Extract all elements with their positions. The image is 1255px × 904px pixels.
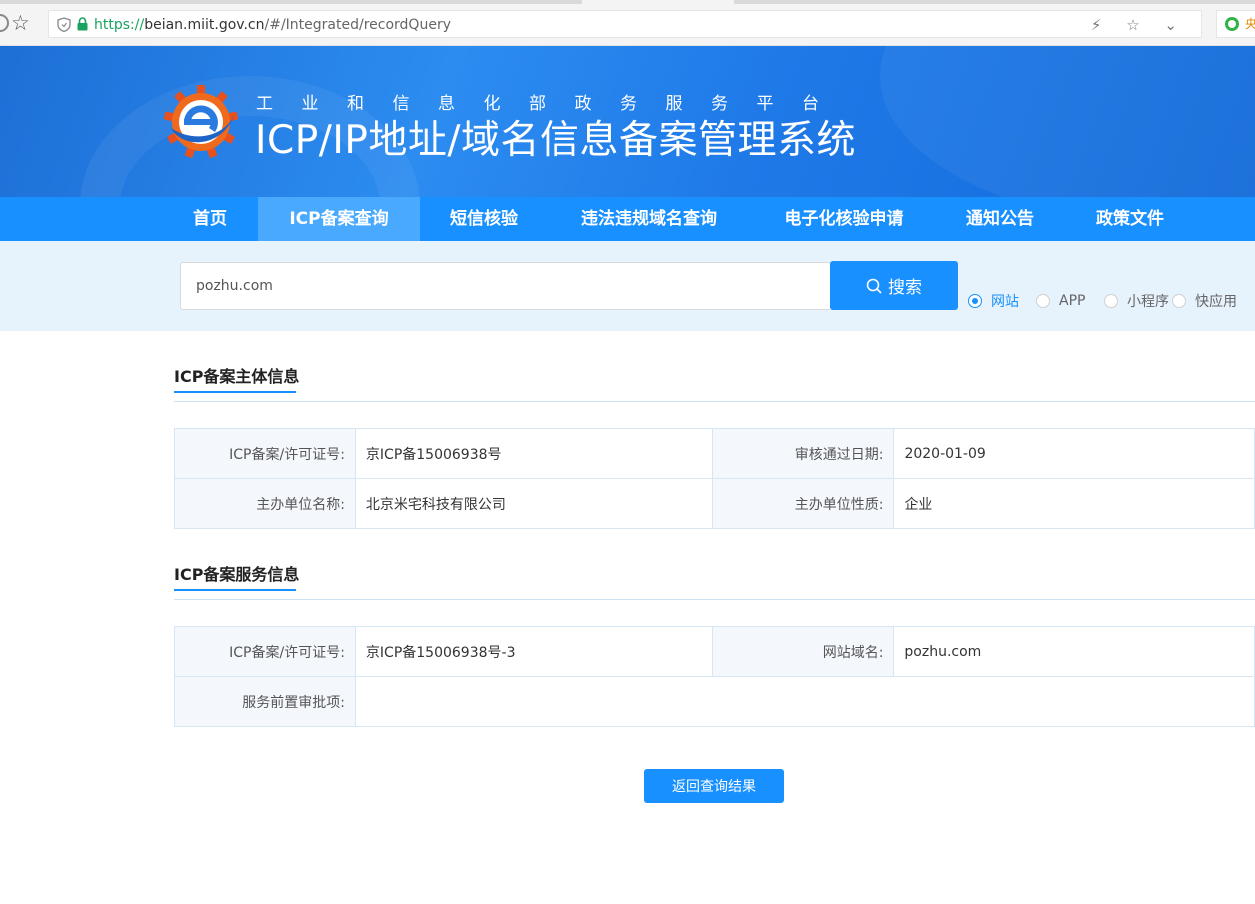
table-value: 北京米宅科技有限公司 — [354, 478, 713, 529]
table-row: ICP备案/许可证号: 京ICP备15006938号 审核通过日期: 2020-… — [174, 428, 1255, 479]
search-icon — [866, 278, 882, 294]
address-bar-actions[interactable]: ⚡ ☆ ⌄ — [1091, 14, 1187, 36]
radio-checked-icon — [968, 294, 982, 308]
back-to-results-button[interactable]: 返回查询结果 — [644, 769, 784, 803]
header-banner: 工业和信息化部政务服务平台 ICP/IP地址/域名信息备案管理系统 — [0, 46, 1255, 197]
subject-info-table: ICP备案/许可证号: 京ICP备15006938号 审核通过日期: 2020-… — [174, 428, 1255, 529]
banner-decoration — [880, 46, 1255, 197]
section-title-service-info: ICP备案服务信息 — [174, 565, 300, 584]
banner-subtitle: 工业和信息化部政务服务平台 — [256, 94, 848, 114]
shield-icon — [57, 17, 71, 32]
address-bar[interactable]: https://beian.miit.gov.cn/#/Integrated/r… — [48, 10, 1202, 38]
table-value: 企业 — [893, 478, 1255, 529]
section-title-subject-info: ICP备案主体信息 — [174, 367, 300, 386]
extension-button[interactable]: 央 — [1216, 10, 1255, 38]
radio-label: APP — [1059, 293, 1086, 309]
active-tab[interactable] — [582, 0, 734, 4]
search-input[interactable] — [180, 262, 830, 310]
url-host: beian.miit.gov.cn — [144, 17, 265, 33]
table-value — [354, 676, 1255, 727]
radio-type-mini-program[interactable]: 小程序 — [1104, 292, 1169, 310]
table-label: 服务前置审批项: — [174, 676, 356, 727]
radio-label: 快应用 — [1195, 294, 1237, 310]
nav-notices[interactable]: 通知公告 — [938, 197, 1062, 241]
system-title: ICP/IP地址/域名信息备案管理系统 — [255, 118, 857, 163]
service-info-table: ICP备案/许可证号: 京ICP备15006938号-3 网站域名: pozhu… — [174, 626, 1255, 727]
search-panel: 搜索 网站 APP 小程序 快应用 — [0, 241, 1255, 331]
radio-unchecked-icon — [1172, 294, 1186, 308]
table-value: 2020-01-09 — [893, 428, 1255, 479]
table-label: ICP备案/许可证号: — [174, 428, 356, 479]
radio-unchecked-icon — [1104, 294, 1118, 308]
table-value: pozhu.com — [893, 626, 1255, 677]
browser-toolbar: ☆ https://beian.miit.gov.cn/#/Integrated… — [0, 0, 1255, 46]
nav-illegal-domain-query[interactable]: 违法违规域名查询 — [548, 197, 750, 241]
reload-icon[interactable] — [0, 14, 9, 32]
extension-icon — [1225, 17, 1239, 31]
radio-type-website[interactable]: 网站 — [968, 292, 1019, 310]
table-label: ICP备案/许可证号: — [174, 626, 356, 677]
table-row: 主办单位名称: 北京米宅科技有限公司 主办单位性质: 企业 — [174, 478, 1255, 529]
tab-strip — [0, 0, 1255, 4]
table-label: 审核通过日期: — [711, 428, 895, 479]
table-value: 京ICP备15006938号 — [354, 428, 713, 479]
table-label: 主办单位性质: — [711, 478, 895, 529]
table-row: ICP备案/许可证号: 京ICP备15006938号-3 网站域名: pozhu… — [174, 626, 1255, 677]
nav-sms-verify[interactable]: 短信核验 — [420, 197, 548, 241]
section-title-underline — [174, 589, 296, 591]
section-divider — [174, 599, 1255, 600]
radio-unchecked-icon — [1036, 294, 1050, 308]
table-value: 京ICP备15006938号-3 — [354, 626, 713, 677]
radio-type-app[interactable]: APP — [1036, 292, 1085, 310]
extension-label: 央 — [1245, 17, 1255, 31]
table-label: 主办单位名称: — [174, 478, 356, 529]
radio-type-quick-app[interactable]: 快应用 — [1172, 292, 1237, 310]
search-button-label: 搜索 — [888, 278, 922, 298]
nav-policy-docs[interactable]: 政策文件 — [1062, 197, 1198, 241]
section-title-underline — [174, 391, 296, 393]
url-path: /#/Integrated/recordQuery — [264, 17, 451, 33]
gear-e-logo-icon — [164, 85, 238, 158]
main-nav: 首页 ICP备案查询 短信核验 违法违规域名查询 电子化核验申请 通知公告 政策… — [0, 197, 1255, 241]
url-text: https://beian.miit.gov.cn/#/Integrated/r… — [94, 15, 451, 35]
nav-electronic-verify[interactable]: 电子化核验申请 — [750, 197, 938, 241]
lock-icon — [77, 17, 88, 31]
nav-home[interactable]: 首页 — [162, 197, 258, 241]
radio-label: 小程序 — [1127, 294, 1169, 310]
url-scheme: https:// — [94, 17, 145, 33]
radio-label: 网站 — [991, 294, 1019, 310]
bookmark-star-icon[interactable]: ☆ — [11, 11, 30, 35]
table-label: 网站域名: — [711, 626, 895, 677]
nav-icp-query[interactable]: ICP备案查询 — [258, 197, 420, 241]
section-divider — [174, 401, 1255, 402]
search-button[interactable]: 搜索 — [830, 261, 958, 310]
table-row: 服务前置审批项: — [174, 676, 1255, 727]
